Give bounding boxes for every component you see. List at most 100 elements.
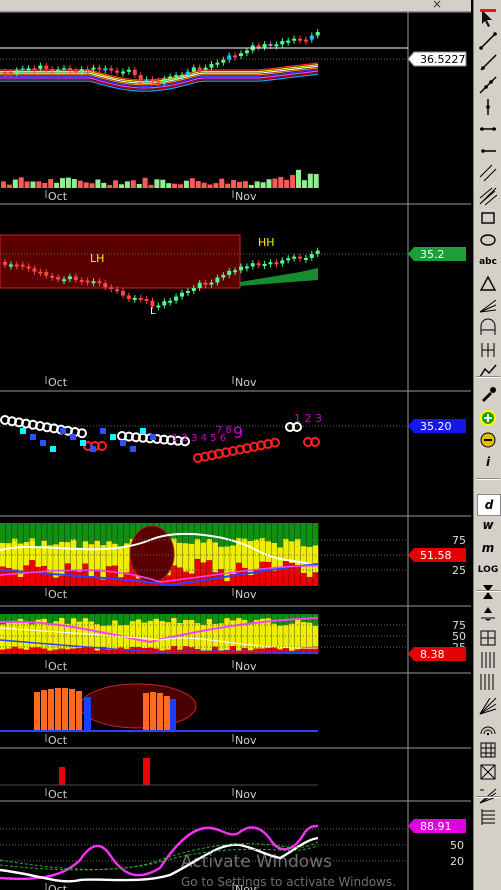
- candle: [62, 68, 66, 71]
- stoch-band-red: [47, 650, 53, 654]
- count-block: [90, 446, 96, 452]
- candle: [62, 279, 66, 282]
- stoch-band-green: [194, 523, 201, 539]
- candle: [191, 287, 196, 292]
- horizontal-line-icon: [478, 119, 498, 139]
- volume-bar: [296, 169, 301, 188]
- text-icon: abc: [479, 257, 497, 267]
- candle: [126, 295, 131, 300]
- nov-axis-label: Nov: [235, 588, 257, 601]
- horizontal-line-tool[interactable]: [477, 119, 499, 139]
- stoch-band-yellow: [29, 538, 36, 561]
- stoch-band-yellow: [171, 618, 177, 647]
- square-tool[interactable]: [477, 762, 499, 782]
- oct-axis-label: Oct: [48, 588, 68, 601]
- count-value-marker: 35.20: [420, 420, 452, 433]
- volume-bar: [113, 180, 119, 188]
- cycle-tool[interactable]: [477, 672, 499, 692]
- candle: [168, 300, 173, 303]
- gann-grid-icon: [478, 650, 498, 670]
- italic-w-icon: w: [482, 518, 494, 532]
- candle: [144, 79, 149, 82]
- stoch-band-red: [283, 560, 289, 586]
- chart-area[interactable]: 36.5227 LHHHL35.2 1 2 3 4 5 67 8 91 2 335…: [0, 0, 471, 890]
- candle: [239, 266, 243, 271]
- volume-bar: [242, 181, 248, 188]
- gann-grid-tool[interactable]: [477, 650, 499, 670]
- stoch-band-red: [171, 565, 177, 586]
- zoom-in-tool[interactable]: [477, 408, 499, 428]
- stoch-band-green: [59, 523, 65, 542]
- candle: [274, 262, 279, 265]
- stoch-band-green: [247, 523, 254, 541]
- fib-retracement-tool[interactable]: [477, 807, 499, 827]
- stoch-band-yellow: [141, 622, 148, 649]
- fib-fan-tool[interactable]: [477, 785, 499, 805]
- nudge-tool[interactable]: [477, 604, 499, 624]
- ray-tool[interactable]: [477, 53, 499, 73]
- extended-line-tool[interactable]: [477, 75, 499, 95]
- candle: [150, 79, 155, 82]
- candle: [162, 301, 167, 306]
- nov-axis-label: Nov: [235, 734, 257, 747]
- candle: [3, 262, 7, 265]
- spiral-tool[interactable]: [477, 718, 499, 738]
- stoch-band-green: [118, 614, 124, 626]
- pitchfork-icon: [478, 186, 498, 206]
- candle: [298, 38, 302, 41]
- stoch-band-green: [236, 614, 242, 619]
- candle: [209, 282, 214, 285]
- stoch-band-green: [289, 523, 295, 542]
- candle: [268, 262, 273, 265]
- stoch-band-red: [70, 648, 77, 654]
- cycle-lines-tool[interactable]: [477, 340, 499, 360]
- volume-bar: [225, 183, 231, 188]
- candle: [256, 263, 261, 266]
- histogram-bar: [41, 690, 47, 731]
- stoch-band-green: [112, 614, 118, 621]
- italic-m-icon: m: [481, 541, 495, 555]
- volume-bar: [124, 181, 130, 188]
- stoch-band-yellow: [200, 542, 207, 563]
- stoch-band-red: [106, 649, 112, 654]
- interval-i-tool[interactable]: i: [477, 452, 499, 472]
- stoch-band-green: [300, 523, 307, 547]
- candle: [3, 72, 7, 74]
- nov-axis-label: Nov: [235, 660, 257, 673]
- histogram-bar: [76, 691, 82, 731]
- stoch-band-green: [200, 614, 207, 625]
- stoch-band-green: [11, 523, 18, 539]
- gann-box-tool[interactable]: [477, 628, 499, 648]
- interval-d-tool[interactable]: d: [477, 494, 501, 516]
- interval-m-tool[interactable]: m: [477, 538, 499, 558]
- rectangle-tool[interactable]: [477, 208, 499, 228]
- grid-tool[interactable]: [477, 740, 499, 760]
- polyline-icon: [478, 361, 498, 381]
- spiral-icon: [478, 718, 498, 738]
- log-scale-tool[interactable]: LOG: [477, 560, 499, 580]
- candle: [298, 256, 302, 259]
- pitchfork-tool[interactable]: [477, 186, 499, 206]
- arc-tool[interactable]: [477, 318, 499, 338]
- parallel-channel-tool[interactable]: [477, 163, 499, 183]
- stoch-band-green: [265, 614, 272, 619]
- polyline-tool[interactable]: [477, 361, 499, 381]
- fibonacci-fan-tool[interactable]: [477, 296, 499, 316]
- pointer-tool[interactable]: [477, 8, 499, 28]
- horizontal-ray-icon: [478, 141, 498, 161]
- text-tool[interactable]: abc: [477, 252, 499, 272]
- volume-bar: [130, 180, 136, 188]
- candle: [268, 43, 273, 46]
- horizontal-ray-tool[interactable]: [477, 141, 499, 161]
- interval-w-tool[interactable]: w: [477, 515, 499, 535]
- ellipse-tool[interactable]: [477, 230, 499, 250]
- line-tool[interactable]: [477, 31, 499, 51]
- extended-line-icon: [478, 75, 498, 95]
- hourglass-tool[interactable]: [477, 582, 499, 602]
- triangle-tool[interactable]: [477, 274, 499, 294]
- candle: [73, 70, 78, 73]
- vertical-line-tool[interactable]: [477, 97, 499, 117]
- zoom-out-tool[interactable]: [477, 430, 499, 450]
- color-picker-tool[interactable]: [477, 384, 499, 404]
- gann-fan-tool[interactable]: [477, 696, 499, 716]
